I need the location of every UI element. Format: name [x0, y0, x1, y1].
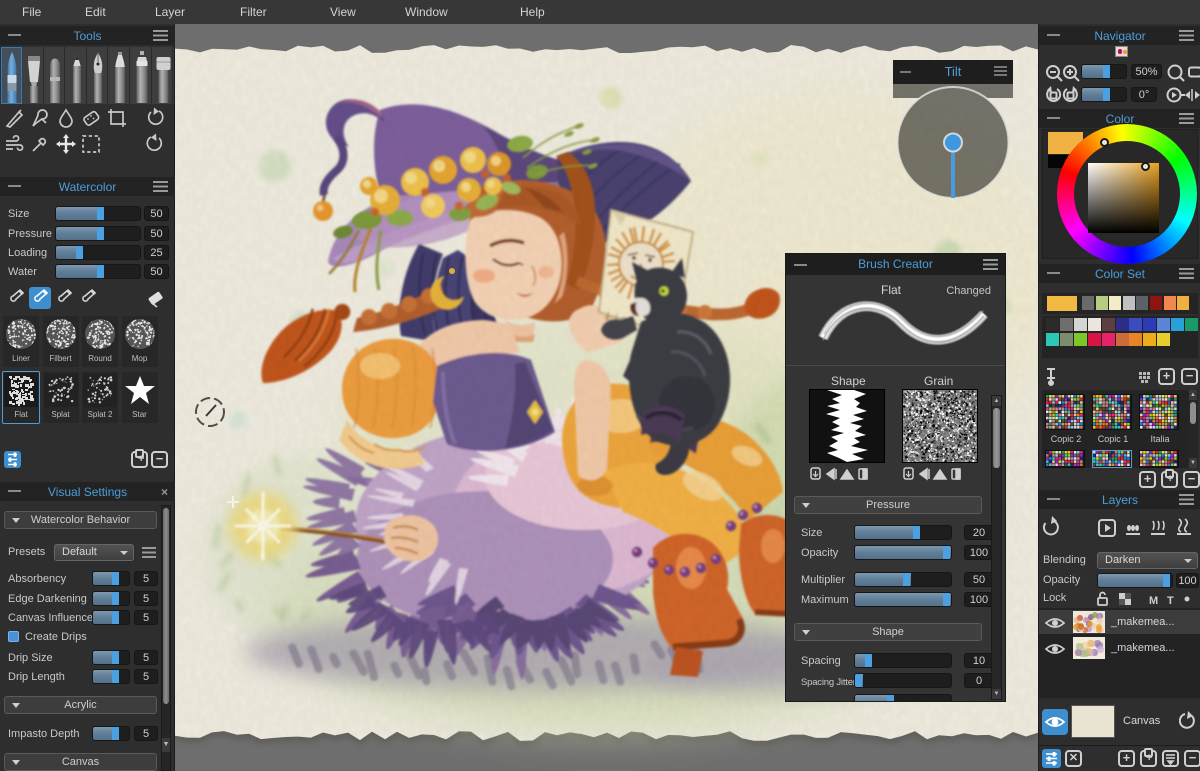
svg-text:M: M — [1149, 595, 1158, 607]
svg-text:T: T — [1167, 595, 1174, 607]
